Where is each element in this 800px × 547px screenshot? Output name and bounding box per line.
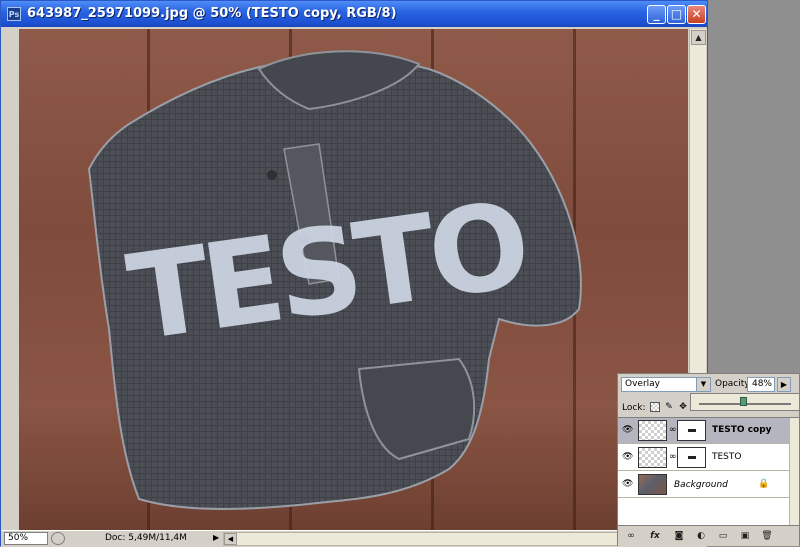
minimize-button[interactable]: _ [647, 5, 666, 24]
maximize-button[interactable]: □ [667, 5, 686, 24]
blend-mode-select[interactable]: Overlay ▼ [621, 377, 711, 392]
layer-row-testo[interactable]: 👁 ∞ TESTO [618, 445, 799, 471]
fx-layer-style-icon[interactable]: fx [648, 530, 662, 542]
new-layer-icon[interactable]: ▣ [738, 530, 752, 542]
status-menu-arrow-icon[interactable]: ▶ [213, 533, 219, 542]
lock-label: Lock: [622, 403, 646, 413]
layers-panel: Overlay ▼ Opacity: 48% ▶ Lock: ✎ ✥ 👁 ∞ T… [617, 373, 800, 546]
status-info-icon[interactable] [51, 532, 65, 545]
layer-thumbnail [638, 447, 667, 468]
title-bar[interactable]: Ps 643987_25971099.jpg @ 50% (TESTO copy… [1, 1, 707, 27]
photoshop-icon: Ps [7, 7, 21, 21]
layer-mask-thumbnail[interactable] [677, 447, 706, 468]
image-canvas[interactable]: TESTO [19, 29, 688, 530]
opacity-slider-popup [690, 393, 800, 411]
layer-row-testo-copy[interactable]: 👁 ∞ TESTO copy [618, 418, 799, 444]
opacity-slider-thumb[interactable] [740, 397, 748, 406]
scroll-left-arrow-icon[interactable]: ◀ [224, 533, 237, 545]
opacity-input[interactable]: 48% [747, 377, 775, 392]
layer-name: TESTO [712, 452, 742, 462]
blend-mode-value: Overlay [625, 379, 660, 389]
window-title: 643987_25971099.jpg @ 50% (TESTO copy, R… [27, 6, 397, 21]
document-size-info: Doc: 5,49M/11,4M [105, 533, 187, 543]
new-group-folder-icon[interactable]: ▭ [716, 530, 730, 542]
document-window: Ps 643987_25971099.jpg @ 50% (TESTO copy… [0, 0, 708, 547]
lock-transparency-icon[interactable] [650, 402, 660, 412]
opacity-slider-toggle-icon[interactable]: ▶ [777, 377, 791, 392]
layer-name: TESTO copy [712, 425, 772, 435]
layer-mask-thumbnail[interactable] [677, 420, 706, 441]
layers-scrollbar[interactable] [789, 418, 799, 526]
layer-row-background[interactable]: 👁 Background 🔒 [618, 472, 799, 498]
layer-name: Background [674, 480, 728, 490]
scroll-up-arrow-icon[interactable]: ▲ [691, 30, 706, 45]
link-chain-icon: ∞ [669, 425, 677, 435]
eye-icon[interactable]: 👁 [622, 453, 634, 462]
status-bar: 50% Doc: 5,49M/11,4M ▶ ◀ ▶ [1, 530, 707, 547]
chevron-down-icon[interactable]: ▼ [696, 378, 710, 391]
trash-icon[interactable]: 🗑 [760, 530, 774, 542]
lock-position-move-icon[interactable]: ✥ [678, 402, 688, 412]
close-button[interactable]: ✕ [687, 5, 706, 24]
eye-icon[interactable]: 👁 [622, 426, 634, 435]
zoom-input[interactable]: 50% [4, 532, 48, 545]
shirt-photo: TESTO [87, 50, 582, 510]
layer-thumbnail [638, 474, 667, 495]
link-layers-icon[interactable]: ∞ [624, 530, 638, 542]
lock-icon: 🔒 [758, 479, 770, 489]
lock-pixels-brush-icon[interactable]: ✎ [664, 402, 674, 412]
link-chain-icon: ∞ [669, 452, 677, 462]
layers-panel-footer: ∞ fx ◙ ◐ ▭ ▣ 🗑 [618, 525, 799, 546]
shirt-button [267, 170, 277, 180]
add-mask-icon[interactable]: ◙ [672, 530, 686, 542]
layers-list: 👁 ∞ TESTO copy 👁 ∞ TESTO 👁 Background 🔒 [618, 417, 799, 526]
layer-thumbnail [638, 420, 667, 441]
eye-icon[interactable]: 👁 [622, 480, 634, 489]
adjustment-layer-icon[interactable]: ◐ [694, 530, 708, 542]
